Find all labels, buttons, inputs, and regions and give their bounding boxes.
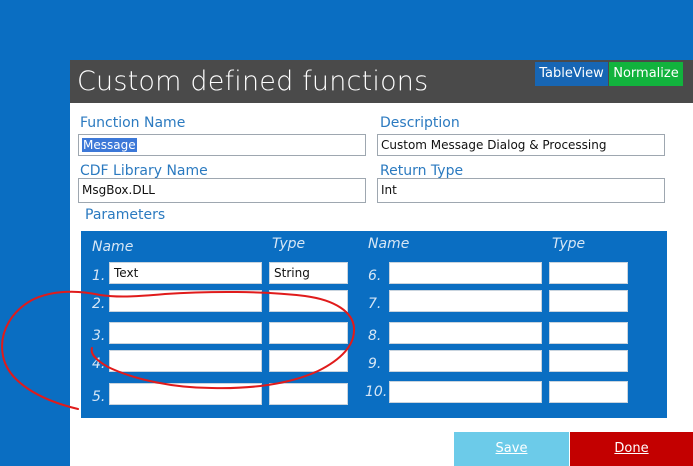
param-type-input[interactable] xyxy=(269,322,348,344)
function-name-input[interactable]: Message xyxy=(78,134,366,156)
param-name-input[interactable] xyxy=(389,262,542,284)
cdf-library-input[interactable]: MsgBox.DLL xyxy=(78,178,366,203)
param-type-input[interactable] xyxy=(549,290,628,312)
param-name-input[interactable]: Text xyxy=(109,262,262,284)
param-type-input[interactable]: String xyxy=(269,262,348,284)
param-name-input[interactable] xyxy=(389,350,542,372)
param-type-input[interactable] xyxy=(549,350,628,372)
description-input[interactable]: Custom Message Dialog & Processing xyxy=(377,134,665,156)
done-button[interactable]: Done xyxy=(570,432,693,466)
name-header-right: Name xyxy=(368,236,410,252)
param-type-input[interactable] xyxy=(269,350,348,372)
param-type-input[interactable] xyxy=(549,322,628,344)
description-label: Description xyxy=(380,115,460,131)
parameters-label: Parameters xyxy=(85,207,166,223)
parameters-panel: Name Type Name Type 1. Text String 2. 3.… xyxy=(81,231,667,418)
save-button[interactable]: Save xyxy=(454,432,569,466)
param-type-input[interactable] xyxy=(269,290,348,312)
param-name-input[interactable] xyxy=(109,383,262,405)
custom-functions-dialog: Custom defined functions TableView Norma… xyxy=(70,60,693,466)
function-name-value: Message xyxy=(82,138,137,152)
param-name-input[interactable] xyxy=(109,350,262,372)
param-name-input[interactable] xyxy=(109,322,262,344)
param-name-input[interactable] xyxy=(109,290,262,312)
param-name-input[interactable] xyxy=(389,290,542,312)
name-header-left: Name xyxy=(92,239,134,255)
param-type-input[interactable] xyxy=(269,383,348,405)
return-type-label: Return Type xyxy=(380,163,464,179)
cdf-library-label: CDF Library Name xyxy=(80,163,208,179)
param-name-input[interactable] xyxy=(389,322,542,344)
title-bar: Custom defined functions TableView Norma… xyxy=(70,60,693,103)
function-name-label: Function Name xyxy=(80,115,186,131)
dialog-title: Custom defined functions xyxy=(77,66,429,97)
tableview-button[interactable]: TableView xyxy=(535,62,608,86)
normalize-button[interactable]: Normalize xyxy=(609,62,683,86)
return-type-input[interactable]: Int xyxy=(377,178,665,203)
param-name-input[interactable] xyxy=(389,381,542,403)
param-number: 10. xyxy=(365,384,388,400)
param-type-input[interactable] xyxy=(549,262,628,284)
type-header-right: Type xyxy=(552,236,586,252)
type-header-left: Type xyxy=(272,236,306,252)
param-type-input[interactable] xyxy=(549,381,628,403)
